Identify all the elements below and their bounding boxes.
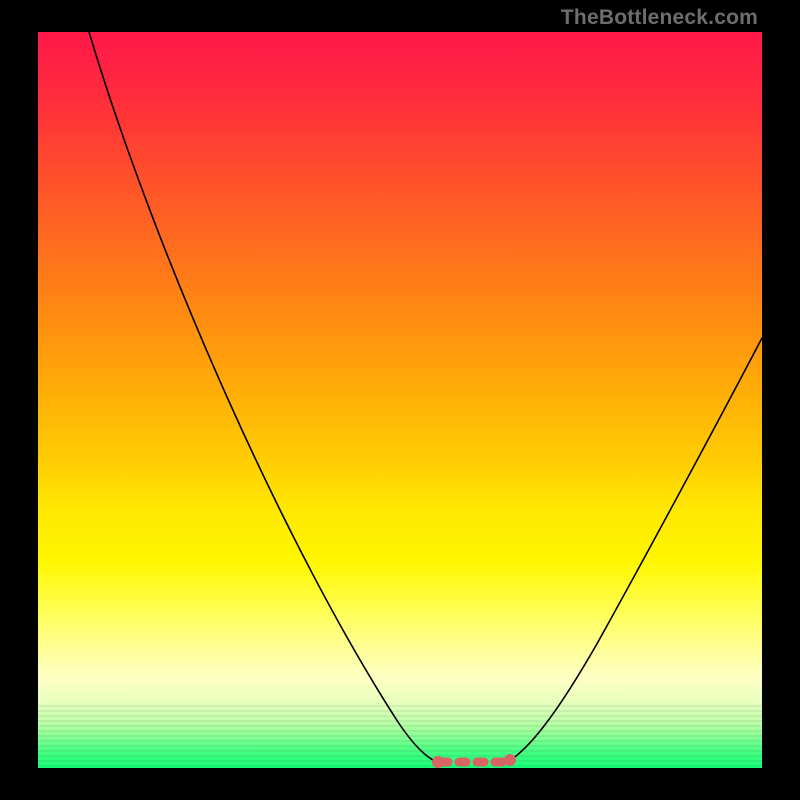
plot-area (38, 32, 762, 768)
optimal-range-start-dot (432, 756, 444, 768)
optimal-range-end-dot (504, 754, 516, 766)
watermark-text: TheBottleneck.com (561, 6, 758, 30)
bottleneck-curve-right (504, 338, 762, 764)
bottleneck-curve-left (89, 32, 446, 765)
chart-frame: TheBottleneck.com (0, 0, 800, 800)
curve-layer (38, 32, 762, 768)
